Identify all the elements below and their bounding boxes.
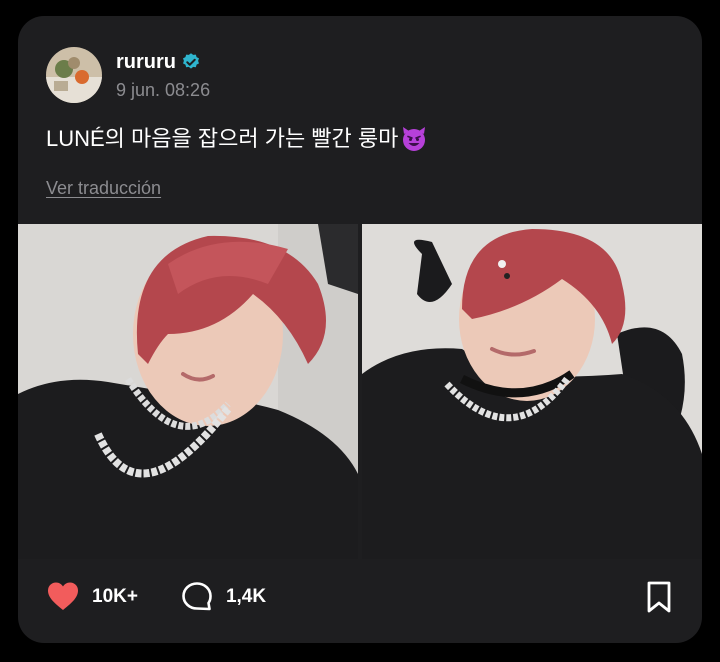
media-gallery — [18, 224, 702, 559]
comment-bubble-icon — [180, 580, 214, 614]
post-header: rururu 9 jun. 08:26 — [46, 46, 210, 104]
post-meta: rururu 9 jun. 08:26 — [116, 50, 210, 101]
avatar[interactable] — [46, 47, 102, 103]
comment-count: 1,4K — [225, 586, 267, 607]
post-body: LUNÉ의 마음을 잡으러 가는 빨간 룽마 — [46, 124, 428, 154]
comment-button[interactable]: 1,4K — [180, 580, 266, 614]
smiling-devil-icon — [400, 125, 428, 153]
photo-2[interactable] — [362, 224, 702, 559]
like-count: 10K+ — [92, 586, 138, 607]
like-button[interactable]: 10K+ — [46, 580, 138, 614]
post-text: LUNÉ의 마음을 잡으러 가는 빨간 룽마 — [46, 126, 399, 151]
name-row: rururu — [116, 50, 210, 74]
post-timestamp: 9 jun. 08:26 — [116, 79, 211, 100]
heart-icon — [46, 580, 80, 614]
photo-1[interactable] — [18, 224, 358, 559]
post-card: rururu 9 jun. 08:26 LUNÉ의 마음을 잡으러 가는 빨간 … — [18, 16, 702, 643]
translate-link[interactable]: Ver traducción — [46, 178, 161, 199]
bookmark-icon[interactable] — [644, 580, 674, 614]
username[interactable]: rururu — [116, 50, 176, 74]
verified-badge-icon — [181, 52, 201, 72]
action-bar: 10K+ 1,4K — [46, 574, 674, 620]
